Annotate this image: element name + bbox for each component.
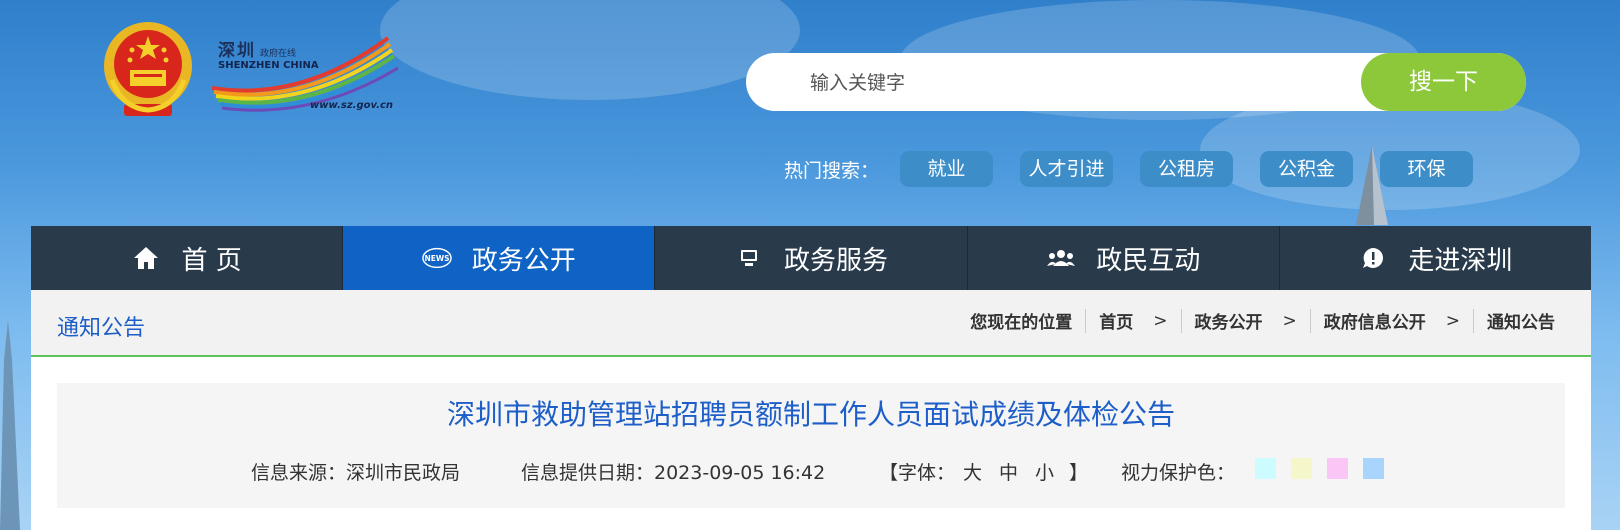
- breadcrumb-divider: [1085, 308, 1087, 333]
- font-size-large-button[interactable]: 大: [963, 458, 982, 485]
- breadcrumb-separator: >: [1282, 310, 1297, 331]
- monitor-icon: [734, 243, 764, 273]
- article-title: 深圳市救助管理站招聘员额制工作人员面试成绩及体检公告: [446, 398, 1175, 431]
- nav-item-label: 政民互动: [1096, 245, 1201, 276]
- news-icon: NEWS: [422, 243, 452, 273]
- shenzhen-logo[interactable]: 深圳 政府在线 SHENZHEN CHINA www.sz.gov.cn: [212, 30, 412, 120]
- section-title: 通知公告: [57, 316, 146, 341]
- search-button[interactable]: 搜一下: [1361, 53, 1526, 111]
- search-box: 搜一下: [746, 53, 1526, 113]
- article-source: 信息来源：深圳市民政局: [251, 462, 461, 484]
- article-date: 信息提供日期：2023-09-05 16:42: [521, 462, 826, 484]
- chat-bubble-icon: [1358, 243, 1388, 273]
- breadcrumb-item-notices[interactable]: 通知公告: [1487, 308, 1555, 333]
- hot-search-tag[interactable]: 公积金: [1260, 151, 1353, 187]
- breadcrumb-divider: [1473, 308, 1474, 333]
- nav-item-government-services[interactable]: 政务服务: [655, 226, 968, 290]
- users-icon: [1046, 243, 1076, 273]
- font-size-open: 【字体：: [879, 462, 956, 484]
- breadcrumb: 您现在的位置 首页 > 政务公开 > 政府信息公开 > 通知公告: [970, 308, 1555, 333]
- nav-item-label: 政务服务: [784, 245, 889, 276]
- logo-url-text: www.sz.gov.cn: [310, 100, 394, 111]
- home-icon: [131, 243, 161, 273]
- eye-care-color-pink[interactable]: [1327, 458, 1348, 479]
- skyscraper-illustration: [1356, 145, 1388, 225]
- breadcrumb-item-government-affairs[interactable]: 政务公开: [1195, 308, 1263, 333]
- eye-care-color-cyan[interactable]: [1255, 458, 1276, 479]
- hot-search-tag[interactable]: 就业: [900, 151, 993, 187]
- nav-item-about-shenzhen[interactable]: 走进深圳: [1280, 226, 1591, 290]
- hot-search-label: 热门搜索：: [784, 160, 880, 182]
- font-size-small-button[interactable]: 小: [1035, 458, 1054, 485]
- breadcrumb-divider: [1309, 308, 1311, 333]
- breadcrumb-item-government-info[interactable]: 政府信息公开: [1324, 308, 1426, 333]
- nav-item-label: 政务公开: [471, 245, 576, 276]
- main-nav: 首 页 NEWS 政务公开 政务服务 政民互动 走进深圳: [31, 226, 1591, 290]
- nav-item-label: 走进深圳: [1408, 245, 1513, 276]
- sky-cloud: [380, 0, 800, 100]
- eye-care-label: 视力保护色：: [1121, 462, 1236, 484]
- eye-care-color-blue[interactable]: [1363, 458, 1384, 479]
- eye-care-color-yellow[interactable]: [1291, 458, 1312, 479]
- logo-chinese-text: 深圳 政府在线: [218, 41, 297, 61]
- article-header: 深圳市救助管理站招聘员额制工作人员面试成绩及体检公告 信息来源：深圳市民政局 信…: [57, 383, 1565, 508]
- breadcrumb-location-label: 您现在的位置: [970, 313, 1073, 333]
- skyline-illustration: [0, 320, 20, 530]
- breadcrumb-bar: 通知公告 您现在的位置 首页 > 政务公开 > 政府信息公开 > 通知公告: [31, 290, 1591, 357]
- breadcrumb-separator: >: [1445, 310, 1460, 331]
- logo-english-text: SHENZHEN CHINA: [218, 60, 319, 71]
- font-size-close: 】: [1069, 462, 1089, 484]
- search-input[interactable]: [808, 53, 1412, 113]
- nav-item-label: 首 页: [181, 245, 242, 276]
- breadcrumb-item-home[interactable]: 首页: [1099, 308, 1133, 333]
- nav-item-public-interaction[interactable]: 政民互动: [968, 226, 1280, 290]
- font-size-medium-button[interactable]: 中: [999, 458, 1018, 485]
- hot-search-tag[interactable]: 公租房: [1140, 151, 1233, 187]
- breadcrumb-divider: [1180, 308, 1182, 333]
- svg-text:NEWS: NEWS: [424, 254, 449, 263]
- nav-item-government-affairs[interactable]: NEWS 政务公开: [343, 226, 656, 290]
- nav-item-home[interactable]: 首 页: [31, 226, 344, 290]
- national-emblem-icon: [104, 22, 192, 116]
- breadcrumb-separator: >: [1153, 310, 1168, 331]
- hot-search-tag[interactable]: 人才引进: [1020, 151, 1113, 187]
- content-panel: 通知公告 您现在的位置 首页 > 政务公开 > 政府信息公开 > 通知公告 深圳…: [31, 290, 1591, 530]
